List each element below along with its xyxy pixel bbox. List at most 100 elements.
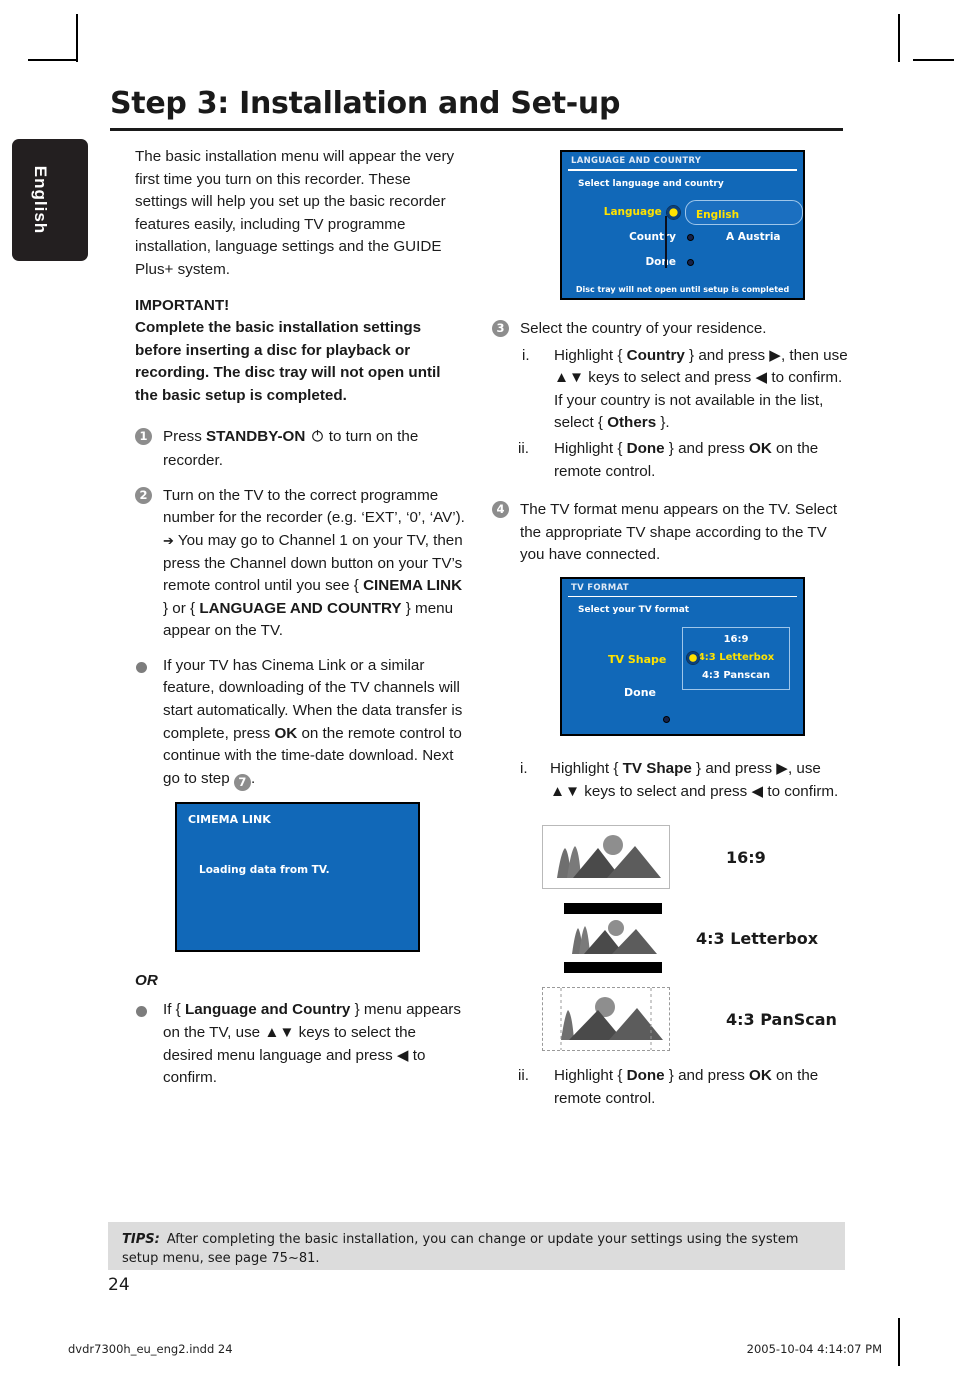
up-down-keys-icon: ▲▼	[550, 782, 581, 800]
right-key-icon: ▶	[776, 759, 788, 777]
intro-paragraph: The basic installation menu will appear …	[135, 148, 455, 278]
step-4-i-text-c: , use	[787, 759, 821, 777]
lc-screen-title: LANGUAGE AND COUNTRY	[571, 156, 702, 166]
language-country-menu-label: LANGUAGE AND COUNTRY	[199, 599, 402, 617]
step-2-number: 2	[135, 486, 152, 504]
shape-thumb-16-9	[542, 825, 670, 890]
lc-row-country: Country A Austria	[592, 225, 803, 250]
step-4-ii-text-a: Highlight {	[554, 1067, 627, 1085]
right-key-icon: ▶	[769, 346, 781, 364]
crop-mark-bottom-right-vertical	[898, 1318, 900, 1366]
crop-mark-top-right-horizontal	[913, 59, 954, 61]
crop-mark-top-left-vertical	[76, 14, 78, 62]
lc-node-dot-icon	[676, 258, 704, 266]
step-3-i-text-b: } and press	[684, 346, 770, 364]
others-option-label: Others	[607, 414, 657, 432]
shape-label-16-9: 16:9	[726, 847, 766, 867]
important-heading: IMPORTANT!	[135, 296, 230, 314]
page-number: 24	[108, 1275, 130, 1295]
country-menu-label: Country	[626, 346, 685, 364]
arrow-icon: ➔	[163, 532, 174, 548]
lc-language-value: English	[696, 208, 740, 221]
shape-thumb-panscan	[542, 987, 670, 1052]
tf-done-dot-icon	[663, 716, 670, 724]
step-3-title: Select the country of your residence.	[520, 320, 767, 337]
tf-option-list[interactable]: 16:9 4:3 Letterbox 4:3 Panscan	[682, 627, 790, 691]
step-2-line-1: Turn on the TV to the correct programme …	[163, 486, 465, 527]
ok-key-label-1: OK	[274, 724, 298, 742]
step-4-number: 4	[492, 501, 509, 519]
or-label: OR	[135, 972, 158, 990]
step-3-i-text-c: , then use	[780, 346, 848, 364]
step-4-i-text-d: keys to select and press	[580, 782, 752, 800]
tf-option-16-9[interactable]: 16:9	[683, 631, 789, 649]
done-menu-label-2: Done	[626, 1067, 665, 1085]
bullet-dot-icon	[136, 1006, 147, 1018]
step-4-ii-text-b: } and press	[664, 1067, 750, 1085]
bullet-dot-icon	[136, 661, 147, 673]
bullet-1-text-c: .	[250, 769, 256, 787]
shape-row-16-9: 16:9	[542, 825, 852, 890]
left-key-icon: ◀	[751, 782, 764, 800]
ok-key-label-3: OK	[749, 1067, 772, 1085]
up-down-keys-icon: ▲▼	[554, 369, 585, 387]
shape-row-letterbox: 4:3 Letterbox	[542, 903, 852, 974]
power-icon	[310, 428, 325, 451]
tv-shape-illustrations: 16:9 4:3 Letterbox 4:3 PanScan	[542, 825, 852, 1052]
tf-screen-body: TV Shape Done 16:9 4:3 Letterbox 4:3 Pan…	[562, 621, 803, 739]
footer-timestamp: 2005-10-04 4:14:07 PM	[746, 1342, 882, 1356]
lc-country-value: A Austria	[726, 231, 781, 243]
step-4-item-ii-marker: ii.	[518, 1067, 529, 1085]
tf-option-panscan[interactable]: 4:3 Panscan	[683, 667, 789, 685]
language-country-label: Language and Country	[184, 1001, 351, 1019]
language-tab: English	[12, 139, 88, 261]
lc-language-value-pill[interactable]: English	[685, 199, 803, 225]
step-4-item-i: i. Highlight { TV Shape } and press ▶, u…	[492, 758, 852, 803]
shape-label-panscan: 4:3 PanScan	[726, 1009, 837, 1029]
shape-label-letterbox: 4:3 Letterbox	[696, 928, 819, 948]
tv-shape-menu-label: TV Shape	[622, 759, 692, 777]
tips-text: After completing the basic installation,…	[122, 1232, 799, 1266]
step-1-text-a: Press	[163, 427, 207, 445]
crop-mark-top-right-vertical	[898, 14, 900, 62]
cinema-link-menu-label: CINEMA LINK	[363, 577, 463, 595]
lc-row-language: Language English	[592, 199, 803, 225]
step-3: 3 Select the country of your residence.	[492, 318, 852, 341]
lc-screen-subtitle: Select language and country	[578, 178, 724, 189]
step-3-i-text-d: keys to select and press	[584, 369, 756, 387]
step-2-line-2b: } or {	[163, 599, 200, 617]
lc-node-dot-icon	[676, 233, 704, 241]
step-3-item-ii: ii. Highlight { Done } and press OK on t…	[492, 438, 852, 483]
crop-mark-top-left-horizontal	[28, 59, 76, 61]
cinema-link-screen-message: Loading data from TV.	[199, 864, 330, 877]
tf-option-letterbox[interactable]: 4:3 Letterbox	[683, 649, 789, 667]
step-4-item-i-marker: i.	[520, 759, 528, 777]
step-3-item-i: i. Highlight { Country } and press ▶, th…	[492, 345, 852, 435]
lc-row-done-label: Done	[645, 256, 676, 268]
bullet-cinema-link: If your TV has Cinema Link or a similar …	[135, 655, 465, 791]
step-4-i-text-a: Highlight {	[550, 759, 623, 777]
bullet-language-country: If { Language and Country } menu appears…	[135, 999, 465, 1089]
lc-row-language-label: Language	[603, 206, 662, 218]
shape-thumb-letterbox	[564, 903, 662, 974]
tips-label: TIPS:	[122, 1232, 160, 1247]
language-country-screen: LANGUAGE AND COUNTRY Select language and…	[560, 150, 805, 300]
step-1-number: 1	[135, 427, 152, 445]
step-4-i-text-e: to confirm.	[763, 782, 839, 800]
step-4-text: The TV format menu appears on the TV. Se…	[520, 501, 838, 564]
tf-done-label: Done	[624, 686, 656, 700]
done-menu-label: Done	[626, 439, 665, 457]
lc-screen-rows: Language English Country A Austria Done	[562, 199, 803, 275]
page-title: Step 3: Installation and Set-up	[110, 86, 621, 121]
standby-on-label: STANDBY-ON	[206, 427, 306, 445]
manual-page: English Step 3: Installation and Set-up …	[0, 0, 954, 1377]
left-column: The basic installation menu will appear …	[135, 146, 465, 1102]
lc-screen-footer: Disc tray will not open until setup is c…	[575, 285, 790, 294]
cinema-link-screen: CIMEMA LINK Loading data from TV.	[175, 802, 420, 953]
step-4-item-ii: ii. Highlight { Done } and press OK on t…	[492, 1065, 852, 1110]
step-3-item-ii-marker: ii.	[518, 439, 529, 457]
left-key-icon: ◀	[755, 369, 768, 387]
step-3-i-text-f: }.	[656, 414, 670, 432]
tf-screen-subtitle: Select your TV format	[578, 605, 690, 616]
up-down-keys-icon: ▲▼	[264, 1024, 295, 1042]
